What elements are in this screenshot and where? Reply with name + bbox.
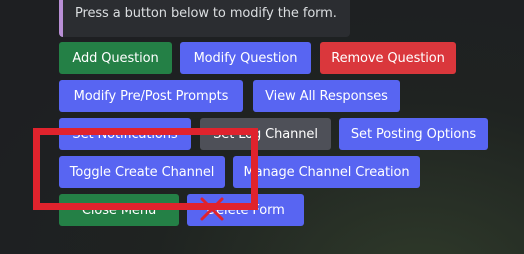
close-menu-button[interactable]: Close Menu	[59, 194, 179, 226]
modify-prompts-button[interactable]: Modify Pre/Post Prompts	[59, 80, 243, 112]
manage-channel-creation-button[interactable]: Manage Channel Creation	[233, 156, 420, 188]
modify-question-button[interactable]: Modify Question	[180, 42, 311, 74]
view-all-responses-button[interactable]: View All Responses	[253, 80, 400, 112]
remove-question-button[interactable]: Remove Question	[320, 42, 456, 74]
set-notifications-button[interactable]: Set Notifications	[59, 118, 191, 150]
toggle-create-channel-button[interactable]: Toggle Create Channel	[59, 156, 225, 188]
add-question-button[interactable]: Add Question	[59, 42, 172, 74]
embed-text: Press a button below to modify the form.	[75, 6, 337, 21]
embed-message: Press a button below to modify the form.	[59, 0, 350, 37]
set-log-channel-button[interactable]: Set Log Channel	[200, 118, 331, 150]
set-posting-options-button[interactable]: Set Posting Options	[339, 118, 488, 150]
delete-form-button[interactable]: Delete Form	[187, 194, 304, 226]
